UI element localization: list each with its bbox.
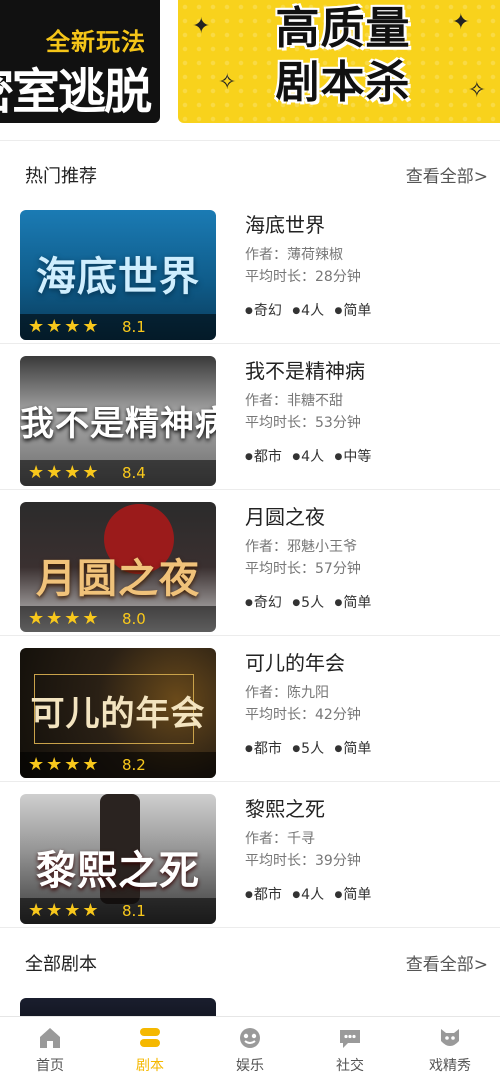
script-cover: 海底世界 ★★★★ 8.1 (20, 210, 216, 340)
rating-bar: ★★★★ 8.1 (20, 314, 216, 340)
tab-drama-show[interactable]: 戏精秀 (400, 1025, 500, 1081)
script-icon (140, 1028, 160, 1047)
banner-title-line2: 剧本杀 (275, 57, 411, 108)
tag-players: 4人 (292, 449, 324, 465)
script-title: 黎熙之死 (245, 797, 325, 821)
sparkle-icon: ✧ (467, 78, 486, 103)
script-title: 可儿的年会 (245, 651, 345, 675)
tab-home[interactable]: 首页 (0, 1025, 100, 1081)
script-tags: 都市 4人 简单 (245, 884, 377, 904)
script-author: 作者：薄荷辣椒 (245, 247, 343, 263)
tag-players: 4人 (292, 303, 324, 319)
tag-players: 5人 (292, 741, 324, 757)
divider (0, 140, 500, 141)
tag-genre: 都市 (245, 741, 282, 757)
tag-difficulty: 简单 (335, 595, 372, 611)
script-list-item[interactable]: 我不是精神病 ★★★★ 8.4 我不是精神病 作者：非糖不甜 平均时长：53分钟… (0, 344, 500, 490)
home-icon (40, 1028, 60, 1048)
rating-score: 8.4 (122, 464, 146, 482)
banner-carousel[interactable]: 全新玩法 密室逃脱 ✦ ✧ ✦ ✧ 高质量 剧本杀 (0, 0, 500, 125)
rating-bar: ★★★★ 8.4 (20, 460, 216, 486)
tab-label: 娱乐 (236, 1058, 264, 1074)
script-list-item[interactable]: 海底世界 ★★★★ 8.1 海底世界 作者：薄荷辣椒 平均时长：28分钟 奇幻 … (0, 198, 500, 344)
script-cover: 可儿的年会 ★★★★ 8.2 (20, 648, 216, 778)
tag-difficulty: 简单 (335, 303, 372, 319)
tag-players: 4人 (292, 887, 324, 903)
sparkle-icon: ✦ (192, 14, 211, 39)
cover-title: 可儿的年会 (30, 694, 206, 734)
rating-bar: ★★★★ 8.2 (20, 752, 216, 778)
rating-bar: ★★★★ 8.1 (20, 898, 216, 924)
script-list-item[interactable]: 黎熙之死 ★★★★ 8.1 黎熙之死 作者：千寻 平均时长：39分钟 都市 4人… (0, 782, 500, 928)
rating-score: 8.1 (122, 318, 146, 336)
divider (0, 927, 500, 928)
script-tags: 都市 4人 中等 (245, 446, 377, 466)
section-header-hot: 热门推荐 查看全部> (0, 150, 500, 196)
script-title: 海底世界 (245, 213, 325, 237)
script-cover: 我不是精神病 ★★★★ 8.4 (20, 356, 216, 486)
tab-label: 首页 (36, 1058, 64, 1074)
chat-icon (340, 1030, 360, 1048)
sparkle-icon: ✦ (451, 10, 470, 35)
script-tags: 奇幻 4人 简单 (245, 300, 377, 320)
rating-score: 8.1 (122, 902, 146, 920)
star-rating-icon: ★★★★ (28, 316, 101, 337)
tag-genre: 奇幻 (245, 595, 282, 611)
script-title: 我不是精神病 (245, 359, 365, 383)
script-author: 作者：邪魅小王爷 (245, 539, 357, 555)
script-duration: 平均时长：57分钟 (245, 561, 361, 577)
banner-title-line1: 高质量 (275, 3, 411, 54)
section-title: 热门推荐 (25, 166, 97, 187)
rating-score: 8.0 (122, 610, 146, 628)
script-author: 作者：非糖不甜 (245, 393, 343, 409)
cover-title: 海底世界 (36, 254, 200, 300)
tag-difficulty: 简单 (335, 741, 372, 757)
section-header-all: 全部剧本 查看全部> (0, 938, 500, 984)
script-cover: 黎熙之死 ★★★★ 8.1 (20, 794, 216, 924)
bottom-tab-bar: 首页 剧本 娱乐 社交 戏精秀 (0, 1016, 500, 1084)
view-all-link[interactable]: 查看全部> (406, 162, 488, 187)
tab-label: 剧本 (136, 1058, 164, 1074)
script-title: 月圆之夜 (245, 505, 325, 529)
script-author: 作者：陈九阳 (245, 685, 329, 701)
rating-score: 8.2 (122, 756, 146, 774)
script-list-item[interactable]: 月圆之夜 ★★★★ 8.0 月圆之夜 作者：邪魅小王爷 平均时长：57分钟 奇幻… (0, 490, 500, 636)
script-tags: 奇幻 5人 简单 (245, 592, 377, 612)
sparkle-icon: ✧ (218, 70, 237, 95)
tab-label: 社交 (336, 1058, 364, 1074)
game-icon (240, 1028, 260, 1048)
mask-icon (441, 1029, 459, 1046)
script-cover: 月圆之夜 ★★★★ 8.0 (20, 502, 216, 632)
tag-difficulty: 中等 (335, 449, 372, 465)
tag-genre: 都市 (245, 449, 282, 465)
tab-label: 戏精秀 (429, 1058, 471, 1074)
cover-title: 黎熙之死 (36, 848, 200, 894)
script-duration: 平均时长：42分钟 (245, 707, 361, 723)
view-all-link[interactable]: 查看全部> (406, 950, 488, 975)
tag-genre: 奇幻 (245, 303, 282, 319)
tab-entertainment[interactable]: 娱乐 (200, 1025, 300, 1081)
star-rating-icon: ★★★★ (28, 462, 101, 483)
banner-escape-room[interactable]: 全新玩法 密室逃脱 (0, 0, 160, 123)
tag-genre: 都市 (245, 887, 282, 903)
tab-scripts[interactable]: 剧本 (100, 1025, 200, 1081)
script-duration: 平均时长：53分钟 (245, 415, 361, 431)
tag-difficulty: 简单 (335, 887, 372, 903)
star-rating-icon: ★★★★ (28, 900, 101, 921)
cover-title: 月圆之夜 (36, 556, 200, 602)
tab-social[interactable]: 社交 (300, 1025, 400, 1081)
star-rating-icon: ★★★★ (28, 608, 101, 629)
star-rating-icon: ★★★★ (28, 754, 101, 775)
script-duration: 平均时长：39分钟 (245, 853, 361, 869)
banner-script-kill[interactable]: ✦ ✧ ✦ ✧ 高质量 剧本杀 (178, 0, 500, 123)
rating-bar: ★★★★ 8.0 (20, 606, 216, 632)
script-duration: 平均时长：28分钟 (245, 269, 361, 285)
cover-title: 我不是精神病 (20, 404, 216, 444)
script-tags: 都市 5人 简单 (245, 738, 377, 758)
section-title: 全部剧本 (25, 954, 97, 975)
script-author: 作者：千寻 (245, 831, 315, 847)
tag-players: 5人 (292, 595, 324, 611)
script-list-item[interactable]: 可儿的年会 ★★★★ 8.2 可儿的年会 作者：陈九阳 平均时长：42分钟 都市… (0, 636, 500, 782)
banner-title: 密室逃脱 (0, 64, 152, 120)
